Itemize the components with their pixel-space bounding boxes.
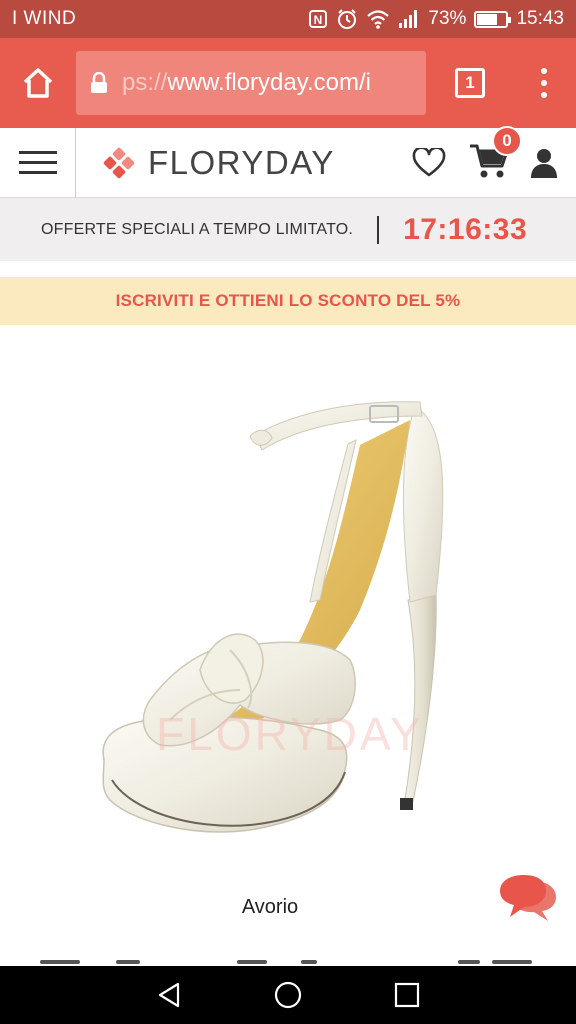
alarm-icon [336, 8, 358, 30]
subscribe-banner-text: ISCRIVITI E OTTIENI LO SCONTO DEL 5% [115, 291, 461, 310]
back-icon [159, 982, 180, 1008]
battery-fill [477, 13, 498, 25]
home-nav-button[interactable] [263, 970, 313, 1020]
user-icon[interactable] [530, 148, 558, 178]
countdown-timer: 17:16:33 [403, 212, 528, 246]
home-icon [23, 68, 53, 98]
lock-icon [90, 72, 108, 94]
back-button[interactable] [144, 970, 194, 1020]
hamburger-menu-icon[interactable] [0, 127, 76, 198]
promo-offer-text: OFFERTE SPECIALI A TEMPO LIMITATO. [41, 220, 354, 238]
brand-name: FLORYDAY [148, 143, 335, 181]
floryday-logo-icon [103, 147, 135, 178]
cart-button[interactable]: 0 [468, 125, 522, 185]
url-text: ps://www.floryday.com/i [122, 69, 371, 97]
site-header: FLORYDAY 0 [0, 125, 576, 198]
nfc-icon: N [308, 9, 328, 29]
tabs-icon: 1 [455, 68, 485, 98]
watermark-text: FLORYDAY [156, 708, 424, 760]
signal-icon [398, 9, 420, 29]
recents-button[interactable] [382, 970, 432, 1020]
heart-icon[interactable] [412, 148, 446, 178]
home-circle-icon [274, 981, 302, 1009]
svg-text:N: N [314, 13, 323, 27]
battery-icon [474, 10, 512, 28]
browser-home-button[interactable] [0, 38, 76, 128]
battery-percent: 73% [428, 8, 467, 29]
promo-timer-bar: OFFERTE SPECIALI A TEMPO LIMITATO. 17:16… [0, 198, 576, 261]
promo-divider [377, 215, 380, 244]
cart-count-badge: 0 [492, 125, 522, 156]
recents-icon [394, 982, 419, 1008]
chat-bubbles-icon [500, 875, 556, 921]
tabs-button[interactable]: 1 [426, 38, 514, 128]
tab-count: 1 [465, 73, 475, 92]
url-host: www.floryday.com/i [167, 69, 371, 96]
system-navigation-bar [0, 966, 576, 1024]
chat-button[interactable] [496, 873, 560, 930]
carrier-name: I WIND [12, 8, 77, 29]
truncated-product-info [0, 952, 576, 966]
site-logo[interactable]: FLORYDAY [102, 144, 335, 182]
browser-toolbar: ps://www.floryday.com/i 1 [0, 38, 576, 128]
status-time: 15:43 [516, 8, 564, 29]
product-image[interactable]: FLORYDAY [0, 340, 576, 890]
status-bar: I WIND N 73% 15:43 [0, 0, 576, 38]
overflow-menu-icon[interactable] [514, 38, 574, 128]
url-bar[interactable]: ps://www.floryday.com/i [76, 51, 426, 115]
ivory-sandal-image: FLORYDAY [102, 401, 444, 833]
color-label: Avorio [241, 896, 299, 918]
wifi-icon [366, 9, 390, 29]
url-scheme: ps:// [122, 69, 168, 96]
subscribe-banner[interactable]: ISCRIVITI E OTTIENI LO SCONTO DEL 5% [0, 277, 576, 325]
